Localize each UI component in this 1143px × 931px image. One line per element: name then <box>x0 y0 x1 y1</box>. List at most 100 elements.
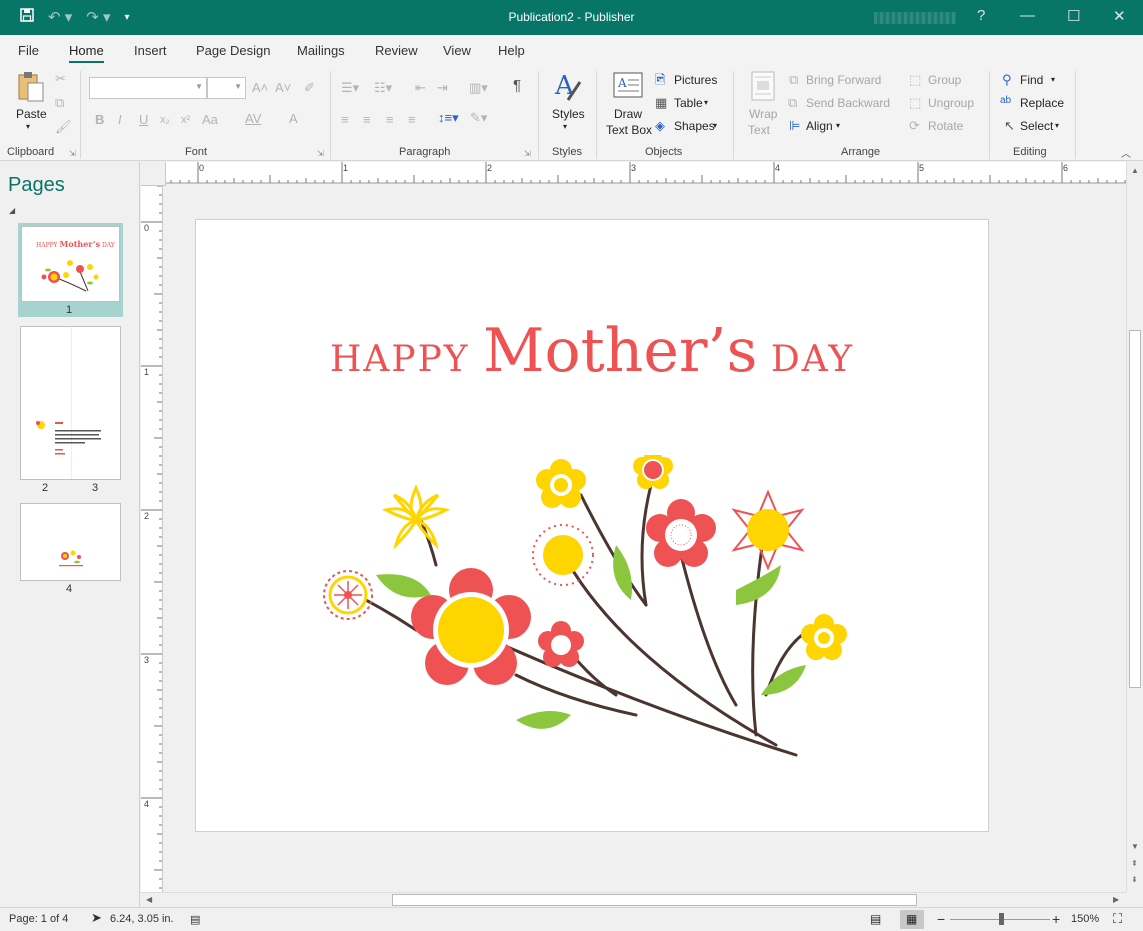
close-button[interactable]: ✕ <box>1113 7 1126 25</box>
underline-button[interactable]: U <box>139 113 148 127</box>
styles-button[interactable]: Styles <box>552 107 585 121</box>
tab-review[interactable]: Review <box>375 43 418 58</box>
publication-page[interactable]: HAPPY Mother’s DAY <box>195 219 989 832</box>
font-launcher-icon[interactable]: ⇲ <box>317 149 324 158</box>
font-name-combo[interactable]: ▼ <box>89 77 207 99</box>
next-page-icon[interactable]: ⇟ <box>1131 875 1138 884</box>
columns-icon[interactable]: ▥▾ <box>469 81 488 95</box>
send-backward-button[interactable]: Send Backward <box>806 96 890 110</box>
superscript-button[interactable]: x² <box>181 113 190 127</box>
ungroup-icon[interactable]: ⬚ <box>909 96 921 110</box>
styles-dropdown-icon[interactable]: ▾ <box>563 122 567 131</box>
pictures-icon[interactable]: 🖻 <box>655 73 665 87</box>
previous-page-icon[interactable]: ⇞ <box>1131 859 1138 868</box>
two-page-view-button[interactable]: ▦ <box>900 910 924 929</box>
draw-text-box-button[interactable]: Draw <box>614 107 642 121</box>
vertical-scrollbar[interactable]: ▲ ▼ ⇞ ⇟ <box>1126 162 1143 892</box>
page-thumbnail-4[interactable] <box>20 503 121 581</box>
tab-help[interactable]: Help <box>498 43 525 58</box>
paste-button[interactable]: Paste <box>16 107 47 121</box>
shrink-font-icon[interactable]: A˅ <box>275 81 291 95</box>
horizontal-ruler[interactable]: 0 1 2 3 4 5 6 <box>166 162 1126 184</box>
minimize-button[interactable]: — <box>1020 7 1035 24</box>
wrap-text-icon[interactable] <box>751 71 775 104</box>
rotate-icon[interactable]: ⟳ <box>909 119 920 133</box>
pages-collapse-icon[interactable]: ◢ <box>9 206 15 215</box>
bring-forward-icon[interactable]: ⧉ <box>789 73 798 87</box>
tab-view[interactable]: View <box>443 43 471 58</box>
font-size-combo[interactable]: ▼ <box>207 77 246 99</box>
scroll-left-icon[interactable]: ◀ <box>146 895 152 904</box>
paragraph-launcher-icon[interactable]: ⇲ <box>524 149 531 158</box>
replace-button[interactable]: Replace <box>1020 96 1064 110</box>
bring-forward-button[interactable]: Bring Forward <box>806 73 881 87</box>
vertical-scroll-thumb[interactable] <box>1129 330 1141 688</box>
pictures-button[interactable]: Pictures <box>674 73 717 87</box>
help-icon[interactable]: ? <box>977 7 985 24</box>
paragraph-shading-icon[interactable]: ✎▾ <box>470 111 487 125</box>
collapse-ribbon-icon[interactable]: ︿ <box>1121 145 1131 160</box>
copy-icon[interactable]: ⧉ <box>55 96 64 110</box>
zoom-slider-thumb[interactable] <box>999 913 1004 925</box>
align-center-icon[interactable]: ≡ <box>363 113 371 127</box>
single-page-view-button[interactable]: ▤ <box>864 910 888 929</box>
shapes-button[interactable]: Shapes <box>674 119 715 133</box>
italic-button[interactable]: I <box>118 113 122 127</box>
scroll-right-icon[interactable]: ▶ <box>1113 895 1119 904</box>
grow-font-icon[interactable]: A˄ <box>252 81 268 95</box>
vertical-ruler[interactable]: 0 1 2 3 4 <box>141 186 163 892</box>
paste-icon[interactable] <box>16 71 46 106</box>
align-right-icon[interactable]: ≡ <box>386 113 394 127</box>
find-icon[interactable]: ⚲ <box>1002 73 1012 87</box>
tab-home[interactable]: Home <box>69 43 104 63</box>
horizontal-scroll-thumb[interactable] <box>392 894 917 906</box>
page-thumbnail-1[interactable]: HAPPY Mother’s DAY <box>21 226 120 302</box>
group-icon[interactable]: ⬚ <box>909 73 921 87</box>
font-color-button[interactable]: A <box>289 112 298 126</box>
numbering-icon[interactable]: ☷▾ <box>374 81 392 95</box>
select-button[interactable]: Select <box>1020 119 1053 133</box>
justify-icon[interactable]: ≡ <box>408 113 416 127</box>
table-button[interactable]: Table <box>674 96 703 110</box>
tab-page-design[interactable]: Page Design <box>196 43 270 58</box>
page-thumbnail-2-3[interactable] <box>20 326 121 480</box>
group-button[interactable]: Group <box>928 73 961 87</box>
change-case-button[interactable]: Aa <box>202 113 218 127</box>
zoom-out-button[interactable]: − <box>937 911 945 927</box>
find-button[interactable]: Find <box>1020 73 1043 87</box>
decrease-indent-icon[interactable]: ⇤ <box>415 81 426 95</box>
send-backward-icon[interactable]: ⧉ <box>788 96 797 110</box>
wrap-text-button-line2[interactable]: Text <box>748 123 770 137</box>
clear-formatting-icon[interactable]: ✐ <box>304 81 315 95</box>
page-indicator[interactable]: Page: 1 of 4 <box>9 913 68 925</box>
zoom-in-button[interactable]: + <box>1052 911 1060 927</box>
fit-page-icon[interactable]: ⛶ <box>1113 911 1122 927</box>
align-objects-icon[interactable]: ⊫ <box>789 119 800 133</box>
align-button[interactable]: Align <box>806 119 833 133</box>
tab-file[interactable]: File <box>18 43 39 58</box>
bold-button[interactable]: B <box>95 113 104 127</box>
subscript-button[interactable]: x₂ <box>160 113 170 127</box>
ungroup-button[interactable]: Ungroup <box>928 96 974 110</box>
scroll-down-icon[interactable]: ▼ <box>1131 842 1139 851</box>
flower-bouquet-image[interactable] <box>316 455 856 765</box>
draw-text-box-icon[interactable]: A <box>613 72 643 103</box>
clipboard-launcher-icon[interactable]: ⇲ <box>69 149 76 158</box>
restore-button[interactable]: ☐ <box>1067 7 1080 25</box>
increase-indent-icon[interactable]: ⇥ <box>437 81 448 95</box>
table-icon[interactable]: ▦ <box>655 96 667 110</box>
styles-icon[interactable]: A <box>554 70 582 105</box>
format-painter-icon[interactable]: 🖌 <box>55 120 72 134</box>
wrap-text-button[interactable]: Wrap <box>749 107 777 121</box>
tab-insert[interactable]: Insert <box>134 43 167 58</box>
tab-mailings[interactable]: Mailings <box>297 43 345 58</box>
select-icon[interactable]: ↖ <box>1004 119 1015 133</box>
zoom-level[interactable]: 150% <box>1071 913 1099 925</box>
line-spacing-icon[interactable]: ↕≡▾ <box>438 111 459 125</box>
align-left-icon[interactable]: ≡ <box>341 113 349 127</box>
bullets-icon[interactable]: ☰▾ <box>341 81 359 95</box>
shapes-icon[interactable]: ◈ <box>655 119 665 133</box>
document-canvas[interactable]: HAPPY Mother’s DAY <box>164 186 1126 892</box>
draw-text-box-button-line2[interactable]: Text Box <box>606 123 652 137</box>
character-spacing-button[interactable]: AV <box>245 112 261 126</box>
